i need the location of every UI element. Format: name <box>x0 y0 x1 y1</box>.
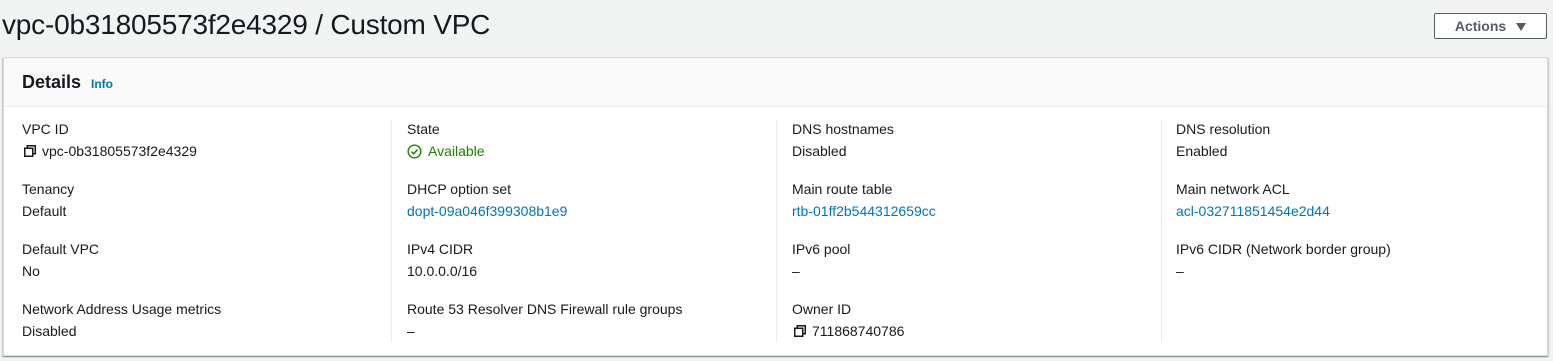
field-label: IPv6 CIDR (Network border group) <box>1176 241 1391 257</box>
field-dns-hostnames: DNS hostnames Disabled <box>792 119 1162 161</box>
field-label: State <box>407 121 440 137</box>
field-label: DNS resolution <box>1176 121 1271 137</box>
field-owner-id: Owner ID 711868740786 <box>792 299 1162 341</box>
page-title: vpc-0b31805573f2e4329 / Custom VPC <box>2 9 491 40</box>
field-vpc-id: VPC ID vpc-0b31805573f2e4329 <box>22 119 392 161</box>
route53-firewall-value: – <box>407 323 415 339</box>
field-label: DNS hostnames <box>792 121 894 137</box>
dns-resolution-value: Enabled <box>1176 143 1228 159</box>
ipv6-pool-value: – <box>792 263 800 279</box>
main-route-table-link[interactable]: rtb-01ff2b544312659cc <box>792 201 936 221</box>
field-route53-firewall: Route 53 Resolver DNS Firewall rule grou… <box>407 299 777 341</box>
field-label: Tenancy <box>22 181 75 197</box>
dns-hostnames-value: Disabled <box>792 143 847 159</box>
state-value: Available <box>428 143 485 159</box>
field-main-route-table: Main route table rtb-01ff2b544312659cc <box>792 179 1162 221</box>
field-ipv4-cidr: IPv4 CIDR 10.0.0.0/16 <box>407 239 777 281</box>
field-value-row: vpc-0b31805573f2e4329 <box>22 141 392 161</box>
field-default-vpc: Default VPC No <box>22 239 392 281</box>
field-value-row: dopt-09a046f399308b1e9 <box>407 201 777 221</box>
field-value-row: 711868740786 <box>792 321 1162 341</box>
field-label: IPv4 CIDR <box>407 241 474 257</box>
details-title: Details <box>22 72 82 92</box>
copy-icon[interactable] <box>794 325 806 337</box>
state-value-row: Available <box>407 141 777 161</box>
field-label: Main network ACL <box>1176 181 1290 197</box>
column-divider <box>391 119 392 342</box>
field-label: VPC ID <box>22 121 69 137</box>
field-label: Default VPC <box>22 241 100 257</box>
vpc-id-value: vpc-0b31805573f2e4329 <box>42 143 197 159</box>
tenancy-value: Default <box>22 203 67 219</box>
field-ipv6-pool: IPv6 pool – <box>792 239 1162 281</box>
column-divider <box>1161 119 1162 342</box>
caret-down-icon <box>1516 22 1527 31</box>
field-label: Main route table <box>792 181 893 197</box>
copy-icon[interactable] <box>24 145 36 157</box>
field-label: DHCP option set <box>407 181 512 197</box>
field-tenancy: Tenancy Default <box>22 179 392 221</box>
actions-button-label: Actions <box>1454 18 1507 34</box>
details-panel: Details Info VPC ID vpc-0b31805573f2e432… <box>3 57 1548 356</box>
dhcp-option-set-link[interactable]: dopt-09a046f399308b1e9 <box>407 201 567 221</box>
ipv6-cidr-value: – <box>1176 263 1184 279</box>
default-vpc-value: No <box>22 263 40 279</box>
field-label: IPv6 pool <box>792 241 851 257</box>
field-network-address-usage: Network Address Usage metrics Disabled <box>22 299 392 341</box>
details-grid: VPC ID vpc-0b31805573f2e4329 Tenancy Def… <box>4 107 1547 343</box>
field-label: Owner ID <box>792 301 852 317</box>
page-header: vpc-0b31805573f2e4329 / Custom VPC Actio… <box>0 0 1553 56</box>
network-address-usage-value: Disabled <box>22 323 77 339</box>
main-network-acl-link[interactable]: acl-032711851454e2d44 <box>1176 201 1330 221</box>
field-value-row: rtb-01ff2b544312659cc <box>792 201 1162 221</box>
field-label: Route 53 Resolver DNS Firewall rule grou… <box>407 301 683 317</box>
field-main-network-acl: Main network ACL acl-032711851454e2d44 <box>1176 179 1546 221</box>
field-value-row: acl-032711851454e2d44 <box>1176 201 1546 221</box>
check-circle-icon <box>407 143 422 159</box>
actions-button[interactable]: Actions <box>1434 13 1547 39</box>
field-dns-resolution: DNS resolution Enabled <box>1176 119 1546 161</box>
ipv4-cidr-value: 10.0.0.0/16 <box>407 263 478 279</box>
owner-id-value: 711868740786 <box>812 323 905 339</box>
info-link[interactable]: Info <box>91 77 113 91</box>
field-ipv6-cidr: IPv6 CIDR (Network border group) – <box>1176 239 1546 281</box>
field-dhcp-option-set: DHCP option set dopt-09a046f399308b1e9 <box>407 179 777 221</box>
column-divider <box>776 119 777 342</box>
field-state: State Available <box>407 119 777 161</box>
field-label: Network Address Usage metrics <box>22 301 222 317</box>
details-panel-header: Details Info <box>4 58 1547 107</box>
